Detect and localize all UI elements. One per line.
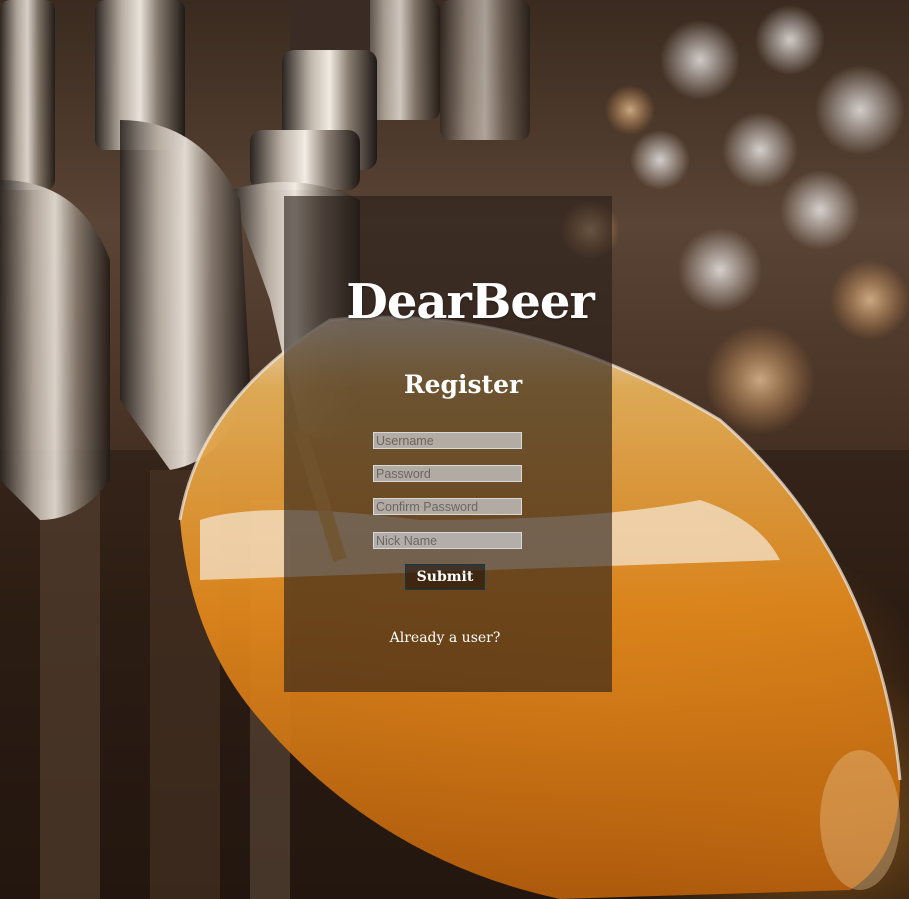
- brand-title: DearBeer: [346, 274, 595, 330]
- register-heading: Register: [403, 370, 523, 399]
- already-user-link[interactable]: Already a user?: [278, 630, 612, 646]
- password-input[interactable]: [373, 465, 522, 482]
- register-panel: DearBeer Register Submit Already a user?: [284, 196, 612, 692]
- background-photo: DearBeer Register Submit Already a user?: [0, 0, 909, 899]
- nickname-input[interactable]: [373, 532, 522, 549]
- username-input[interactable]: [373, 432, 522, 449]
- submit-button[interactable]: Submit: [405, 564, 485, 590]
- confirm-password-input[interactable]: [373, 498, 522, 515]
